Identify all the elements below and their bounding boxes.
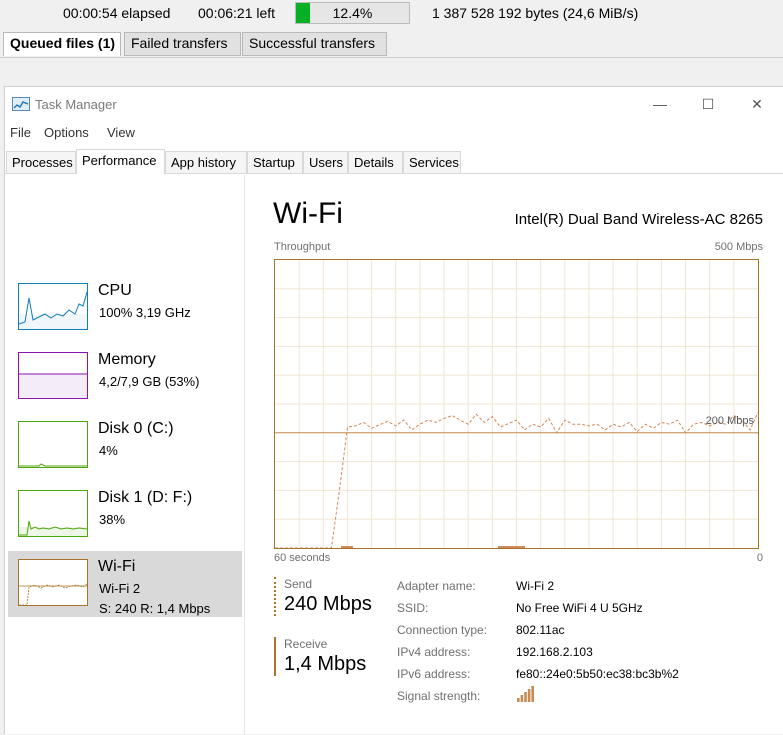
adapter-device-name: Intel(R) Dual Band Wireless-AC 8265 bbox=[514, 211, 763, 228]
signal-bar bbox=[531, 686, 534, 702]
adapter-name-value: Wi-Fi 2 bbox=[516, 579, 554, 593]
sidebar-item-wifi[interactable]: Wi-Fi Wi-Fi 2 S: 240 R: 1,4 Mbps bbox=[8, 551, 242, 617]
sidebar-disk-0-title: Disk 0 (C:) bbox=[98, 420, 174, 437]
sidebar-disk-1-usage: 38% bbox=[99, 512, 126, 527]
sidebar-wifi-title: Wi-Fi bbox=[98, 558, 136, 575]
performance-sidebar: CPU 100% 3,19 GHz Memory 4,2/7,9 GB (53%… bbox=[5, 175, 245, 735]
wifi-thumbnail-graph bbox=[18, 559, 88, 606]
memory-thumbnail-graph bbox=[18, 352, 88, 399]
throughput-graph: 200 Mbps bbox=[274, 259, 759, 549]
window-title: Task Manager bbox=[35, 97, 117, 112]
sidebar-cpu-usage: 100% 3,19 GHz bbox=[99, 305, 191, 320]
transfer-progress-bar: 12.4% bbox=[295, 2, 410, 24]
sidebar-item-cpu[interactable]: CPU 100% 3,19 GHz bbox=[8, 275, 242, 341]
signal-strength-label: Signal strength: bbox=[397, 689, 481, 703]
axis-mid-label: 200 Mbps bbox=[705, 415, 754, 427]
ssid-label: SSID: bbox=[397, 601, 429, 615]
send-metric: Send 240 Mbps bbox=[274, 577, 372, 616]
tab-details[interactable]: Details bbox=[348, 151, 403, 174]
title-bar[interactable]: Task Manager — ☐ ✕ bbox=[5, 87, 783, 121]
sidebar-memory-title: Memory bbox=[98, 351, 156, 368]
time-span-label: 60 seconds bbox=[274, 552, 331, 564]
throughput-label: Throughput bbox=[274, 241, 331, 253]
disk-0-thumbnail-graph bbox=[18, 421, 88, 468]
axis-max-label: 500 Mbps bbox=[714, 241, 763, 253]
tab-app-history[interactable]: App history bbox=[165, 151, 247, 174]
sidebar-item-disk-1[interactable]: Disk 1 (D: F:) 38% bbox=[8, 482, 242, 548]
time-left: 00:06:21 left bbox=[198, 5, 276, 21]
sidebar-item-disk-0[interactable]: Disk 0 (C:) 4% bbox=[8, 413, 242, 479]
signal-bar bbox=[517, 698, 520, 702]
ipv4-label: IPv4 address: bbox=[397, 645, 471, 659]
receive-value: 1,4 Mbps bbox=[284, 653, 367, 675]
receive-label: Receive bbox=[284, 637, 328, 651]
receive-metric: Receive 1,4 Mbps bbox=[274, 637, 366, 676]
cpu-thumbnail-graph bbox=[18, 283, 88, 330]
menu-options[interactable]: Options bbox=[44, 125, 89, 140]
tab-strip: Processes Performance App history Startu… bbox=[5, 149, 783, 175]
signal-bar bbox=[527, 689, 531, 702]
send-label: Send bbox=[284, 577, 313, 591]
ipv6-value: fe80::24e0:5b50:ec38:bc3b%2 bbox=[516, 667, 679, 681]
tab-startup[interactable]: Startup bbox=[247, 151, 303, 174]
sidebar-disk-0-usage: 4% bbox=[99, 443, 118, 458]
queue-tabs: Queued files (1) Failed transfers Succes… bbox=[0, 28, 783, 58]
throughput-chart-svg bbox=[275, 260, 758, 548]
adapter-name-label: Adapter name: bbox=[397, 579, 476, 593]
performance-detail-panel: Wi-Fi Intel(R) Dual Band Wireless-AC 826… bbox=[273, 197, 763, 727]
page-title: Wi-Fi bbox=[273, 197, 343, 230]
tab-processes[interactable]: Processes bbox=[6, 151, 76, 174]
sidebar-disk-1-title: Disk 1 (D: F:) bbox=[98, 489, 193, 506]
axis-zero-label: 0 bbox=[756, 552, 763, 564]
menu-file[interactable]: File bbox=[10, 125, 31, 140]
ipv4-value: 192.168.2.103 bbox=[516, 645, 593, 659]
progress-percent: 12.4% bbox=[332, 5, 373, 21]
close-button[interactable]: ✕ bbox=[737, 92, 777, 116]
ssid-value: No Free WiFi 4 U 5GHz bbox=[516, 601, 643, 615]
tab-users[interactable]: Users bbox=[303, 151, 348, 174]
tab-performance[interactable]: Performance bbox=[76, 149, 165, 175]
bytes-transferred: 1 387 528 192 bytes (24,6 MiB/s) bbox=[432, 5, 639, 21]
transfer-status-bar: 00:00:54 elapsed 00:06:21 left 12.4% 1 3… bbox=[0, 0, 783, 28]
sidebar-wifi-rates: S: 240 R: 1,4 Mbps bbox=[99, 601, 211, 616]
connection-type-label: Connection type: bbox=[397, 623, 488, 637]
tab-services[interactable]: Services bbox=[403, 151, 461, 174]
sidebar-cpu-title: CPU bbox=[98, 282, 132, 299]
task-manager-window: Task Manager — ☐ ✕ File Options View Pro… bbox=[4, 86, 783, 735]
maximize-button[interactable]: ☐ bbox=[688, 92, 728, 116]
send-value: 240 Mbps bbox=[284, 593, 372, 615]
sidebar-memory-usage: 4,2/7,9 GB (53%) bbox=[99, 374, 200, 389]
tab-failed-transfers[interactable]: Failed transfers bbox=[124, 32, 241, 56]
ipv6-label: IPv6 address: bbox=[397, 667, 471, 681]
tab-queued-files[interactable]: Queued files (1) bbox=[3, 32, 121, 56]
connection-type-value: 802.11ac bbox=[516, 623, 565, 637]
tab-successful-transfers[interactable]: Successful transfers bbox=[242, 32, 387, 56]
minimize-button[interactable]: — bbox=[640, 92, 680, 116]
disk-1-thumbnail-graph bbox=[18, 490, 88, 537]
elapsed-time: 00:00:54 elapsed bbox=[63, 5, 171, 21]
signal-bar bbox=[520, 695, 524, 702]
signal-strength-icon bbox=[516, 685, 536, 708]
queue-panel bbox=[0, 58, 783, 86]
menu-view[interactable]: View bbox=[107, 125, 135, 140]
sidebar-item-memory[interactable]: Memory 4,2/7,9 GB (53%) bbox=[8, 344, 242, 410]
task-manager-icon bbox=[12, 97, 30, 111]
sidebar-wifi-adapter: Wi-Fi 2 bbox=[99, 581, 141, 596]
signal-bar bbox=[524, 692, 527, 702]
